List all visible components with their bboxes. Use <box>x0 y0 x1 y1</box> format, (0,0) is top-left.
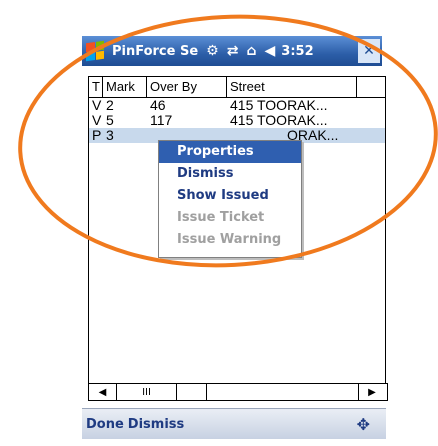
cell-street: 415 TOORAK... <box>230 98 328 113</box>
menu-item-label: Properties <box>177 144 254 159</box>
scroll-left-button[interactable]: ◀ <box>89 384 117 400</box>
menu-item-label: Issue Ticket <box>177 210 265 225</box>
softkey-bar: Done Dismiss ✥ <box>82 408 386 439</box>
cell-mark: 2 <box>106 98 114 113</box>
menu-item-properties[interactable]: Properties <box>159 141 301 163</box>
scroll-track[interactable] <box>207 384 359 400</box>
settings-icon[interactable]: ⚙ <box>206 43 219 59</box>
start-button[interactable] <box>82 36 108 66</box>
menu-item-issue-ticket: Issue Ticket <box>159 207 301 229</box>
clock[interactable]: 3:52 <box>281 44 313 59</box>
column-header-extra[interactable] <box>357 77 367 97</box>
menu-item-label: Show Issued <box>177 188 269 203</box>
cell-over-by: 117 <box>150 113 173 128</box>
volume-icon[interactable]: ◀ <box>265 43 276 59</box>
table-row[interactable]: V 5 117 415 TOORAK... <box>89 113 385 128</box>
softkey-done[interactable]: Done <box>86 417 124 432</box>
menu-item-dismiss[interactable]: Dismiss <box>159 163 301 185</box>
cell-t: P <box>92 128 102 143</box>
cell-t: V <box>92 113 102 128</box>
keyboard-icon[interactable]: ✥ <box>357 415 370 434</box>
cell-t: V <box>92 98 102 113</box>
menu-item-issue-warning: Issue Warning <box>159 229 301 251</box>
windows-flag-icon <box>86 40 104 62</box>
softkey-dismiss[interactable]: Dismiss <box>128 417 184 432</box>
scroll-thumb[interactable]: III <box>117 384 177 400</box>
table-header: T Mark Over By Street <box>89 77 385 98</box>
window-title: PinForce Se <box>112 43 199 59</box>
cell-over-by: 46 <box>150 98 166 113</box>
close-button[interactable]: ✕ <box>358 39 380 63</box>
scroll-right-button[interactable]: ▶ <box>359 384 385 400</box>
title-bar: PinForce Se ⚙ ⇄ ⌂ ◀ 3:52 ✕ <box>82 36 382 66</box>
signal-icon[interactable]: ⌂ <box>246 43 256 59</box>
column-header-over-by[interactable]: Over By <box>147 77 227 97</box>
column-header-mark[interactable]: Mark <box>103 77 147 97</box>
scroll-track-segment[interactable] <box>177 384 207 400</box>
cell-mark: 5 <box>106 113 114 128</box>
column-header-street[interactable]: Street <box>227 77 357 97</box>
context-menu: Properties Dismiss Show Issued Issue Tic… <box>158 140 302 258</box>
sync-icon[interactable]: ⇄ <box>227 43 239 59</box>
menu-item-show-issued[interactable]: Show Issued <box>159 185 301 207</box>
cell-street: 415 TOORAK... <box>230 113 328 128</box>
menu-item-label: Dismiss <box>177 166 234 181</box>
cell-mark: 3 <box>106 128 114 143</box>
menu-item-label: Issue Warning <box>177 232 282 247</box>
horizontal-scrollbar[interactable]: ◀ III ▶ <box>88 383 388 401</box>
column-header-t[interactable]: T <box>89 77 103 97</box>
table-row[interactable]: V 2 46 415 TOORAK... <box>89 98 385 113</box>
